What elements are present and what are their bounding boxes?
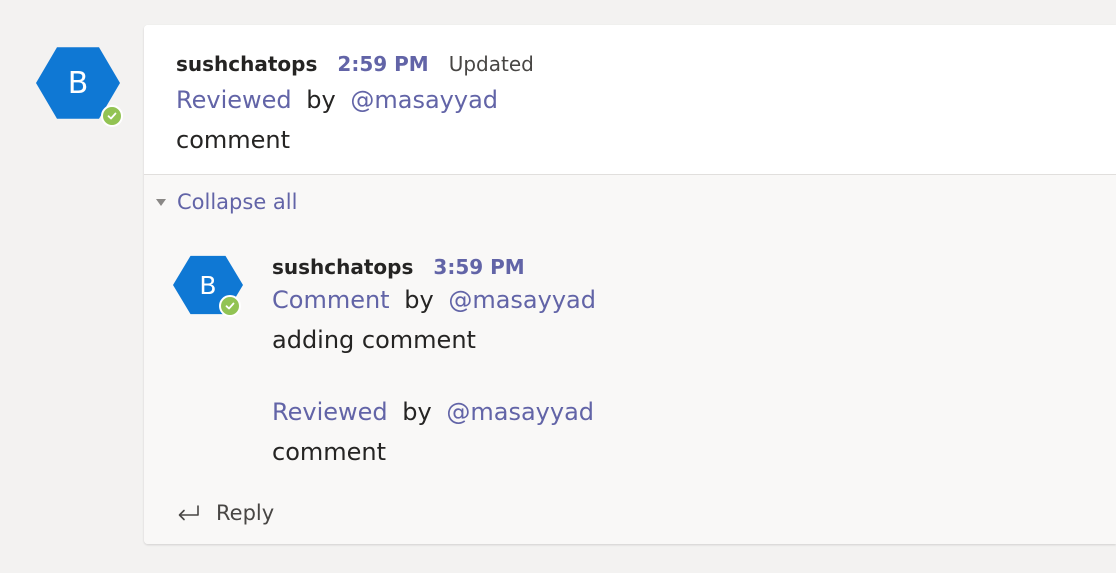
collapse-all-button[interactable]: Collapse all	[156, 190, 297, 214]
reply-action-line: Comment by @masayyad	[272, 286, 596, 314]
message-header: sushchatops 2:59 PM Updated	[176, 52, 534, 76]
reply-timestamp[interactable]: 3:59 PM	[433, 255, 524, 279]
avatar-initial: B	[199, 270, 217, 300]
mention-link[interactable]: @masayyad	[350, 86, 498, 114]
reply-label: Reply	[216, 501, 275, 525]
triangle-down-icon	[156, 198, 166, 206]
action-link[interactable]: Reviewed	[272, 398, 388, 426]
mention-link[interactable]: @masayyad	[448, 286, 596, 314]
reply-thread: Collapse all sushchatops 3:59 PM Comment…	[144, 174, 1116, 544]
mention-link[interactable]: @masayyad	[446, 398, 594, 426]
message-action-line: Reviewed by @masayyad	[176, 86, 498, 114]
reply-sender-name[interactable]: sushchatops	[272, 255, 413, 279]
by-word: by	[306, 86, 336, 114]
collapse-all-label: Collapse all	[177, 190, 298, 214]
reply-button[interactable]: Reply	[174, 501, 274, 525]
avatar-initial: B	[67, 65, 89, 101]
message-timestamp[interactable]: 2:59 PM	[337, 52, 428, 76]
reply-action-line: Reviewed by @masayyad	[272, 398, 594, 426]
presence-available-badge	[101, 105, 123, 127]
sender-name[interactable]: sushchatops	[176, 52, 317, 76]
reply-body: comment	[272, 438, 387, 466]
reply-body: adding comment	[272, 326, 476, 354]
action-link[interactable]: Comment	[272, 286, 390, 314]
checkmark-icon	[107, 112, 117, 120]
reply-arrow-icon	[178, 505, 199, 521]
updated-label: Updated	[448, 52, 534, 76]
by-word: by	[404, 286, 434, 314]
checkmark-icon	[225, 302, 235, 310]
presence-available-badge	[219, 295, 241, 317]
reply-header: sushchatops 3:59 PM	[272, 255, 525, 279]
main-message: sushchatops 2:59 PM Updated Reviewed by …	[144, 25, 1116, 174]
message-body: comment	[176, 126, 291, 154]
message-card: sushchatops 2:59 PM Updated Reviewed by …	[144, 25, 1116, 544]
by-word: by	[402, 398, 432, 426]
action-link[interactable]: Reviewed	[176, 86, 292, 114]
